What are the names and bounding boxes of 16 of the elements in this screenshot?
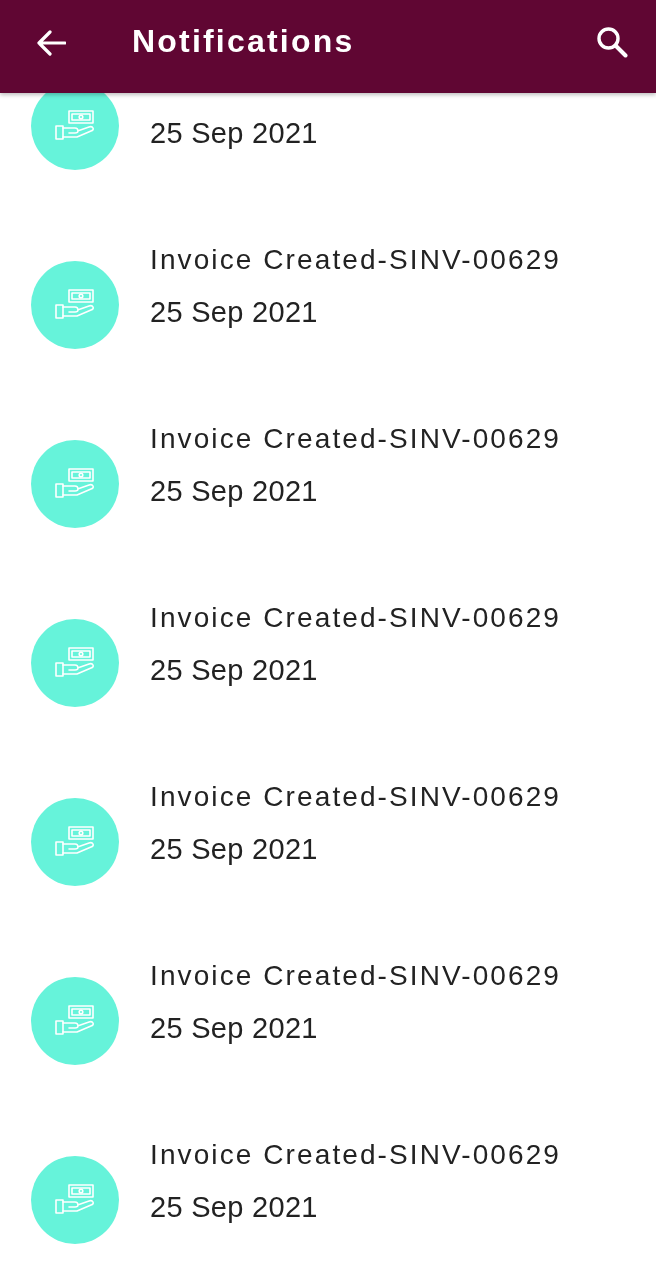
notification-date: 25 Sep 2021 [150, 653, 319, 688]
notification-title: Invoice Created-SINV-00629 [150, 601, 562, 635]
notification-title: Invoice Created-SINV-00629 [150, 243, 562, 277]
notification-title: Invoice Created-SINV-00629 [150, 780, 562, 814]
search-icon[interactable] [596, 25, 628, 58]
notification-date: 25 Sep 2021 [150, 832, 319, 867]
notification-title: Invoice Created-SINV-00629 [150, 422, 562, 456]
notification-date: 25 Sep 2021 [150, 474, 319, 509]
notification-title: Invoice Created-SINV-00629 [150, 1138, 562, 1172]
notification-date: 25 Sep 2021 [150, 1011, 319, 1046]
notification-date: 25 Sep 2021 [150, 295, 319, 330]
notification-date: 25 Sep 2021 [150, 1190, 319, 1225]
back-arrow-icon[interactable] [36, 29, 66, 56]
notification-title: Invoice Created-SINV-00629 [150, 959, 562, 993]
notification-date: 25 Sep 2021 [150, 116, 318, 151]
screen-title: Notifications [132, 23, 356, 60]
